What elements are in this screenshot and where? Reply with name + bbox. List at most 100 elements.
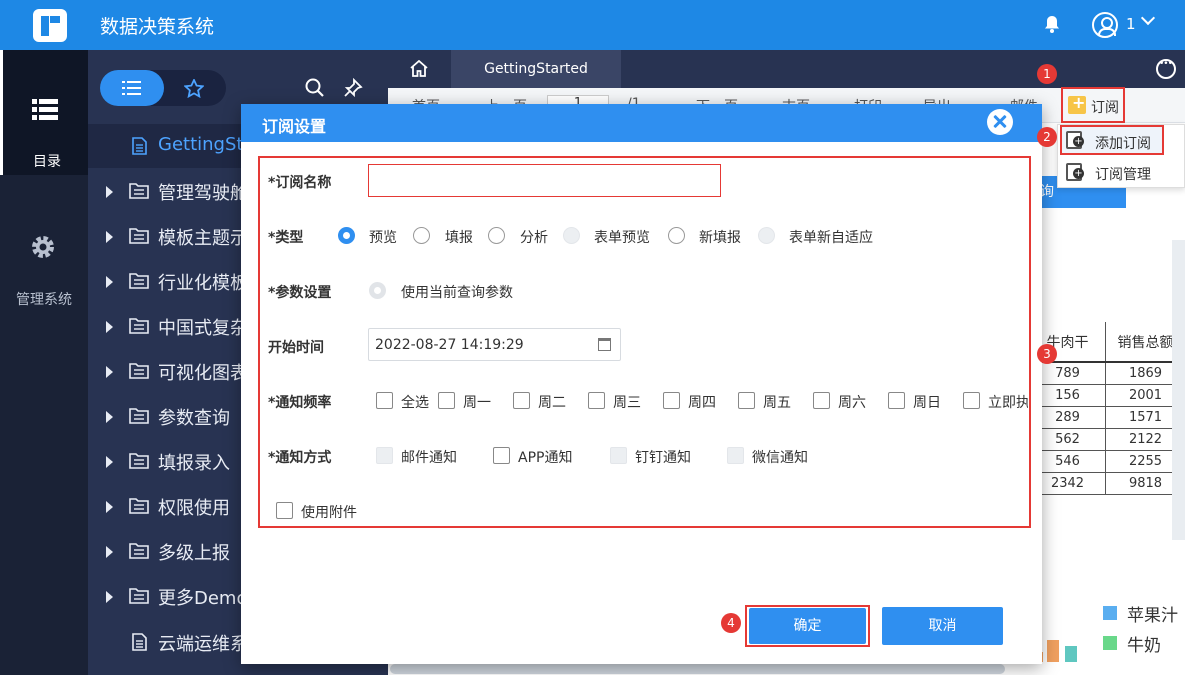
table-row: 2342 9818	[1030, 472, 1185, 495]
start-time-input[interactable]: 2022-08-27 14:19:29	[368, 328, 621, 361]
checkbox-sunday[interactable]	[888, 392, 905, 409]
expand-arrow-icon[interactable]	[106, 366, 113, 378]
radio-current-params	[369, 282, 386, 299]
radio-analysis[interactable]	[488, 227, 505, 244]
method-label: *通知方式	[268, 450, 332, 466]
confirm-button[interactable]: 确定	[749, 608, 866, 644]
nav-directory-label: 目录	[33, 154, 61, 170]
radio-form-adaptive	[758, 227, 775, 244]
legend-swatch	[1103, 606, 1117, 620]
checkbox-label: 周五	[763, 395, 791, 411]
checkbox-wechat	[727, 447, 744, 464]
checkbox-thursday[interactable]	[663, 392, 680, 409]
bell-icon[interactable]	[1044, 15, 1060, 33]
search-icon[interactable]	[305, 78, 325, 98]
user-avatar-icon[interactable]	[1092, 12, 1118, 38]
horizontal-scrollbar[interactable]	[390, 664, 1005, 674]
expand-arrow-icon[interactable]	[106, 591, 113, 603]
folder-icon	[129, 183, 149, 199]
step-marker: 1	[1037, 64, 1057, 84]
close-icon[interactable]	[987, 109, 1013, 135]
list-icon	[32, 99, 58, 120]
checkbox-tuesday[interactable]	[513, 392, 530, 409]
expand-arrow-icon[interactable]	[106, 411, 113, 423]
tree-item-label: 多级上报	[158, 543, 230, 564]
tree-item-label: 管理驾驶舱	[158, 183, 248, 204]
checkbox-app[interactable]	[493, 447, 510, 464]
folder-icon	[129, 318, 149, 334]
checkbox-email	[376, 447, 393, 464]
cancel-button[interactable]: 取消	[882, 607, 1003, 645]
subscribe-label: 订阅	[1091, 100, 1119, 116]
folder-icon	[129, 273, 149, 289]
chart-bar	[1065, 646, 1077, 662]
tree-item-label: 参数查询	[158, 408, 230, 429]
checkbox-friday[interactable]	[738, 392, 755, 409]
manage-subscription-item[interactable]: 订阅管理	[1095, 164, 1151, 184]
favorites-button[interactable]	[162, 70, 226, 106]
checkbox-monday[interactable]	[438, 392, 455, 409]
tree-item-label: 可视化图表	[158, 363, 248, 384]
expand-arrow-icon[interactable]	[106, 501, 113, 513]
expand-arrow-icon[interactable]	[106, 546, 113, 558]
folder-icon	[129, 498, 149, 514]
gear-icon[interactable]	[30, 234, 56, 260]
checkbox-wednesday[interactable]	[588, 392, 605, 409]
legend-label: 牛奶	[1127, 636, 1161, 656]
add-document-icon	[1066, 131, 1084, 149]
radio-label: 分析	[520, 230, 548, 246]
expand-arrow-icon[interactable]	[106, 276, 113, 288]
tree-item-label: 权限使用	[158, 498, 230, 519]
expand-arrow-icon[interactable]	[106, 186, 113, 198]
checkbox-label: 微信通知	[752, 450, 808, 466]
table-row: 562 2122	[1030, 428, 1185, 451]
subscription-name-input[interactable]	[368, 164, 721, 197]
radio-label: 表单预览	[594, 230, 650, 246]
expand-arrow-icon[interactable]	[106, 456, 113, 468]
checkbox-label: 周六	[838, 395, 866, 411]
checkbox-select-all[interactable]	[376, 392, 393, 409]
tree-item-label: 填报录入	[158, 453, 230, 474]
add-subscription-label[interactable]: 添加订阅	[1095, 133, 1151, 153]
pin-icon[interactable]	[343, 78, 363, 98]
home-icon	[410, 60, 428, 77]
radio-new-fill[interactable]	[668, 227, 685, 244]
user-name[interactable]: 1	[1126, 15, 1136, 33]
expand-arrow-icon[interactable]	[106, 321, 113, 333]
manage-document-icon	[1066, 163, 1084, 181]
more-options-icon[interactable]	[1156, 59, 1176, 79]
dialog-title: 订阅设置	[262, 117, 327, 136]
tab-gettingstarted[interactable]: GettingStarted	[451, 50, 621, 88]
folder-icon	[129, 543, 149, 559]
chart-bar	[1047, 640, 1059, 662]
checkbox-label: 钉钉通知	[635, 450, 691, 466]
vertical-scrollbar[interactable]	[1172, 240, 1185, 540]
checkbox-saturday[interactable]	[813, 392, 830, 409]
radio-preview[interactable]	[338, 227, 355, 244]
radio-label: 表单新自适应	[789, 230, 873, 246]
list-view-button[interactable]	[100, 70, 164, 106]
table-row: 789 1869	[1030, 362, 1185, 385]
checkbox-label: 周二	[538, 395, 566, 411]
table-row: 289 1571	[1030, 406, 1185, 429]
step-marker: 2	[1037, 127, 1057, 147]
calendar-icon[interactable]	[598, 338, 611, 351]
folder-icon	[129, 228, 149, 244]
radio-label: 使用当前查询参数	[401, 285, 513, 301]
radio-fill[interactable]	[413, 227, 430, 244]
checkbox-label: APP通知	[518, 450, 573, 466]
nav-directory[interactable]: 目录	[0, 50, 88, 175]
subscribe-button[interactable]: 订阅	[1061, 87, 1125, 123]
expand-arrow-icon[interactable]	[106, 231, 113, 243]
radio-form-preview	[563, 227, 580, 244]
checkbox-label: 周日	[913, 395, 941, 411]
checkbox-immediate[interactable]	[963, 392, 980, 409]
nav-admin-label[interactable]: 管理系统	[0, 289, 88, 309]
table-row: 156 2001	[1030, 384, 1185, 407]
checkbox-attachment[interactable]	[276, 502, 293, 519]
file-icon	[132, 137, 147, 155]
checkbox-label: 周三	[613, 395, 641, 411]
param-label: *参数设置	[268, 285, 332, 301]
name-label: *订阅名称	[268, 175, 332, 191]
home-tab[interactable]	[388, 50, 450, 88]
